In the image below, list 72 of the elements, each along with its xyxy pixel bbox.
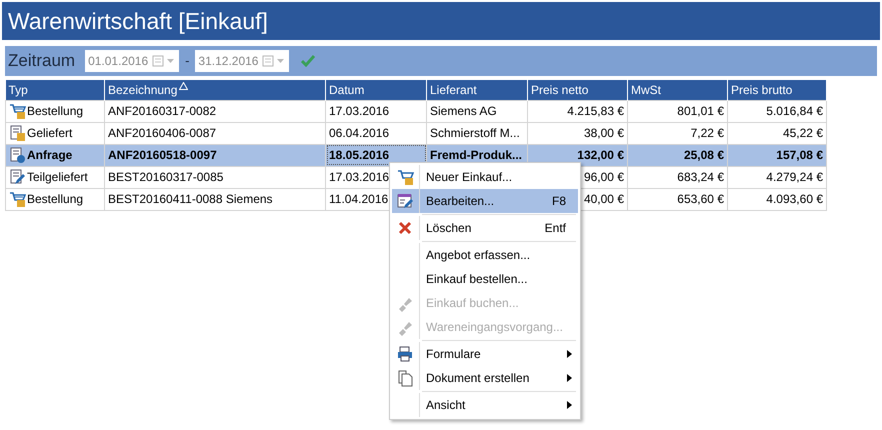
document-question-icon (9, 146, 26, 164)
table-cell-text: Teilgeliefert (27, 169, 88, 186)
table-cell: 7,22 € (690, 126, 724, 140)
table-cell: 17.03.2016 (329, 170, 390, 184)
menu-item[interactable]: Ansicht (392, 393, 578, 417)
table-cell: 17.03.2016 (329, 104, 390, 118)
table-cell: 683,24 € (677, 170, 724, 184)
table-row[interactable]: Geliefert ANF20160406-0087 06.04.2016 Schmierstoff M... 38,00 € 7,22 € 45,22 € (6, 122, 826, 144)
document-box-icon (9, 124, 26, 142)
menu-item[interactable]: Löschen Entf (392, 216, 578, 243)
column-header[interactable]: Preis brutto (728, 80, 826, 100)
document-pencil-icon (9, 168, 26, 186)
table-cell: Schmierstoff M... (430, 126, 520, 140)
sort-icon (179, 82, 188, 90)
delete-icon (397, 220, 414, 236)
table-cell: 653,60 € (677, 192, 724, 206)
column-header[interactable]: Typ (6, 80, 104, 100)
menu-item[interactable]: Formulare (392, 342, 578, 366)
table-cell: 132,00 € (577, 148, 624, 162)
table-cell: ANF20160317-0082 (108, 104, 216, 118)
printer-icon (397, 346, 414, 362)
date-field[interactable]: 01.01.2016 (85, 50, 180, 72)
table-cell: ANF20160406-0087 (108, 126, 216, 140)
calendar-icon (152, 55, 176, 67)
cart-icon (397, 168, 414, 186)
table-cell: 18.05.2016 (329, 148, 390, 162)
table-cell: 40,00 € (584, 192, 624, 206)
submenu-arrow-icon (567, 401, 572, 409)
period-label: Zeitraum (8, 50, 76, 72)
table-cell-text: Geliefert (27, 125, 72, 142)
checkmark-icon[interactable] (301, 55, 316, 67)
date-field[interactable]: 31.12.2016 (195, 50, 290, 72)
calendar-pencil-icon (397, 192, 414, 210)
table-cell: 45,22 € (782, 126, 823, 140)
table-cell: 11.04.2016 (329, 192, 388, 206)
table-cell: 96,00 € (584, 170, 624, 184)
table-cell: 5.016,84 € (766, 104, 823, 118)
table-cell: BEST20160411-0088 Siemens (108, 192, 273, 206)
table-cell-text: Anfrage (27, 147, 72, 164)
column-header[interactable]: Lieferant (426, 80, 528, 100)
table-cell-text: Bestellung (27, 191, 84, 208)
range-separator: - (185, 52, 190, 70)
table-cell: BEST20160317-0085 (108, 170, 224, 184)
pages-icon (397, 370, 414, 386)
menu-item[interactable]: Einkauf bestellen... (392, 267, 578, 291)
table-row[interactable]: Bestellung ANF20160317-0082 17.03.2016 Siemens AG 4.215,83 € 801,01 € 5.016,84 € (6, 100, 826, 122)
table-cell: 25,08 € (684, 148, 724, 162)
submenu-arrow-icon (567, 350, 572, 358)
window-title: Warenwirtschaft [Einkauf] (8, 10, 268, 32)
column-header[interactable]: Bezeichnung (104, 80, 326, 100)
table-cell: ANF20160518-0097 (108, 148, 217, 162)
submenu-arrow-icon (567, 374, 572, 382)
table-cell: 4.093,60 € (766, 192, 823, 206)
menu-item[interactable]: Dokument erstellen (392, 366, 578, 393)
table-cell: Fremd-Produk... (430, 148, 522, 162)
menu-item[interactable]: Angebot erfassen... (392, 243, 578, 267)
menu-item[interactable]: Bearbeiten... F8 (392, 189, 578, 216)
table-cell: 4.215,83 € (567, 104, 624, 118)
cart-icon (9, 190, 26, 208)
cart-icon (9, 102, 26, 120)
column-header[interactable]: MwSt (628, 80, 728, 100)
table-cell: Siemens AG (430, 104, 497, 118)
calendar-icon (262, 55, 286, 67)
table-cell: 4.279,24 € (766, 170, 823, 184)
column-header[interactable]: Datum (326, 80, 426, 100)
table-cell-text: Bestellung (27, 103, 84, 120)
table-cell: 157,08 € (776, 148, 823, 162)
column-header[interactable]: Preis netto (528, 80, 628, 100)
table-cell: 06.04.2016 (329, 126, 390, 140)
table-cell: 38,00 € (584, 126, 624, 140)
table-cell: 801,01 € (677, 104, 724, 118)
table-row[interactable]: Anfrage ANF20160518-0097 18.05.2016 Fremd-Produk... 132,00 € 25,08 € 157,08 € (6, 144, 826, 166)
